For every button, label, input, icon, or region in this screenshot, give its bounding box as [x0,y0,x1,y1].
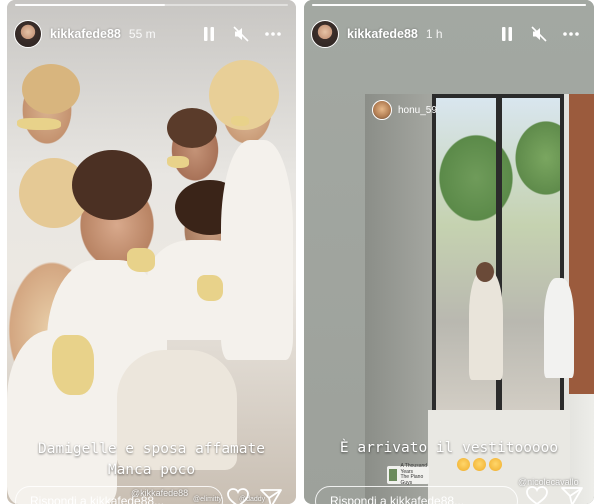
person-head [476,262,494,282]
food [52,335,94,395]
music-sticker[interactable]: A Thousand Years The Piano Guys [387,463,429,486]
food [231,116,249,126]
story-caption-line: È arrivato il vestitooooo [339,440,559,456]
heart-icon[interactable] [526,486,548,504]
story-controls [199,24,283,44]
muted-icon[interactable] [529,24,549,44]
avatar[interactable] [14,20,42,48]
music-sticker-text: A Thousand Years The Piano Guys [400,463,429,486]
more-icon[interactable] [561,24,581,44]
story-time: 1 h [425,27,443,41]
story-controls [497,24,581,44]
shared-post-username: honu_59 [398,104,437,116]
person [469,270,503,380]
story-caption-line: Damigelle e sposa affamate [38,441,265,457]
hair [22,64,80,114]
reply-placeholder: Rispondi a kikkafede88... [330,494,465,504]
shared-post-header[interactable]: honu_59 [372,100,437,120]
person [544,278,574,378]
story-caption-line: Manca poco [107,462,196,478]
story-progress-fill [312,4,586,6]
avatar[interactable] [311,20,339,48]
story-card-right[interactable]: kikkafede88 1 h honu_59 È arrivato il ve… [304,0,594,504]
muted-icon[interactable] [231,24,251,44]
more-icon[interactable] [263,24,283,44]
story-username[interactable]: kikkafede88 [50,27,121,41]
food [197,275,223,301]
emoji-face [489,458,502,471]
hair [167,108,217,148]
story-time: 55 m [128,27,156,41]
emoji-face [473,458,486,471]
heart-icon[interactable] [227,488,249,504]
pause-icon[interactable] [497,24,517,44]
story-header: kikkafede88 55 m [14,14,289,54]
story-header: kikkafede88 1 h [311,14,587,54]
story-progress-bar [312,4,586,6]
story-progress-fill [15,4,166,6]
food [127,248,155,272]
pause-icon[interactable] [199,24,219,44]
reply-placeholder: Rispondi a kikkafede88... [30,494,165,504]
reply-input[interactable]: Rispondi a kikkafede88... [15,486,223,504]
food [167,156,189,168]
emoji-face [457,458,470,471]
story-username[interactable]: kikkafede88 [347,27,418,41]
story-photo [7,0,296,504]
story-progress-bar [15,4,288,6]
shared-post-avatar [372,100,392,120]
send-icon[interactable] [260,488,282,504]
story-card-left[interactable]: kikkafede88 55 m Damigelle e sposa affam… [7,0,296,504]
music-thumb [389,469,398,481]
reply-input[interactable]: Rispondi a kikkafede88... [315,486,518,504]
music-artist: The Piano Guys [400,474,424,486]
send-icon[interactable] [561,486,583,504]
food [17,118,61,130]
hair [72,150,152,220]
